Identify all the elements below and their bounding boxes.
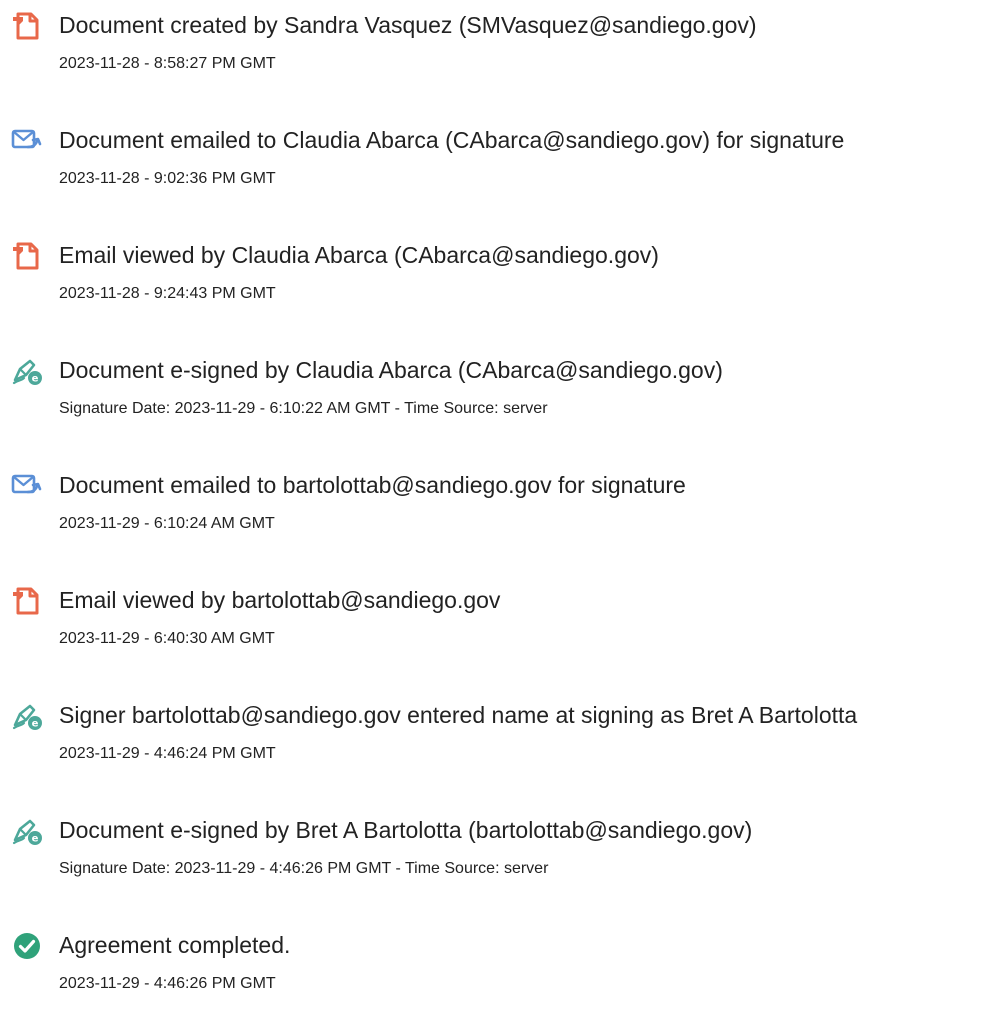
checkmark-icon	[11, 931, 43, 961]
esign-icon: e	[11, 356, 43, 386]
esign-icon: e	[11, 816, 43, 846]
document-icon	[11, 241, 43, 271]
history-event: e Signer bartolottab@sandiego.gov entere…	[0, 690, 989, 780]
event-title: Email viewed by Claudia Abarca (CAbarca@…	[59, 242, 659, 268]
event-timestamp: 2023-11-29 - 6:10:24 AM GMT	[59, 515, 275, 532]
svg-text:e: e	[32, 374, 39, 385]
esign-icon: e	[11, 701, 43, 731]
document-icon	[11, 586, 43, 616]
history-event: Email viewed by bartolottab@sandiego.gov…	[0, 575, 989, 665]
event-timestamp: 2023-11-28 - 9:24:43 PM GMT	[59, 285, 276, 302]
event-timestamp: 2023-11-28 - 9:02:36 PM GMT	[59, 170, 276, 187]
document-icon-glyph	[13, 587, 39, 615]
event-title: Document e-signed by Bret A Bartolotta (…	[59, 817, 753, 843]
svg-text:e: e	[32, 834, 39, 845]
history-event: Document emailed to Claudia Abarca (CAba…	[0, 115, 989, 205]
document-icon-glyph	[13, 242, 39, 270]
history-event: e Document e-signed by Bret A Bartolotta…	[0, 805, 989, 895]
event-timestamp: Signature Date: 2023-11-29 - 4:46:26 PM …	[59, 860, 549, 877]
history-event: Document created by Sandra Vasquez (SMVa…	[0, 0, 989, 90]
document-icon-glyph	[13, 12, 39, 40]
svg-text:e: e	[32, 719, 39, 730]
event-timestamp: 2023-11-28 - 8:58:27 PM GMT	[59, 55, 276, 72]
esign-icon-glyph: e	[12, 704, 42, 730]
event-title: Signer bartolottab@sandiego.gov entered …	[59, 702, 858, 728]
event-title: Document emailed to bartolottab@sandiego…	[59, 472, 686, 498]
history-event: Agreement completed. 2023-11-29 - 4:46:2…	[0, 920, 989, 1010]
email-icon-glyph	[11, 129, 42, 149]
history-event: Email viewed by Claudia Abarca (CAbarca@…	[0, 230, 989, 320]
email-icon	[11, 471, 43, 501]
event-timestamp: 2023-11-29 - 6:40:30 AM GMT	[59, 630, 275, 647]
email-icon-glyph	[11, 474, 42, 494]
event-title: Document e-signed by Claudia Abarca (CAb…	[59, 357, 723, 383]
event-timestamp: 2023-11-29 - 4:46:26 PM GMT	[59, 975, 276, 992]
event-title: Email viewed by bartolottab@sandiego.gov	[59, 587, 501, 613]
checkmark-icon-glyph	[14, 933, 40, 959]
document-icon	[11, 11, 43, 41]
esign-icon-glyph: e	[12, 359, 42, 385]
history-event: e Document e-signed by Claudia Abarca (C…	[0, 345, 989, 435]
event-title: Document emailed to Claudia Abarca (CAba…	[59, 127, 845, 153]
esign-icon-glyph: e	[12, 819, 42, 845]
event-title: Agreement completed.	[59, 932, 291, 958]
email-icon	[11, 126, 43, 156]
event-timestamp: Signature Date: 2023-11-29 - 6:10:22 AM …	[59, 400, 548, 417]
event-timestamp: 2023-11-29 - 4:46:24 PM GMT	[59, 745, 276, 762]
event-title: Document created by Sandra Vasquez (SMVa…	[59, 12, 757, 38]
history-event: Document emailed to bartolottab@sandiego…	[0, 460, 989, 550]
